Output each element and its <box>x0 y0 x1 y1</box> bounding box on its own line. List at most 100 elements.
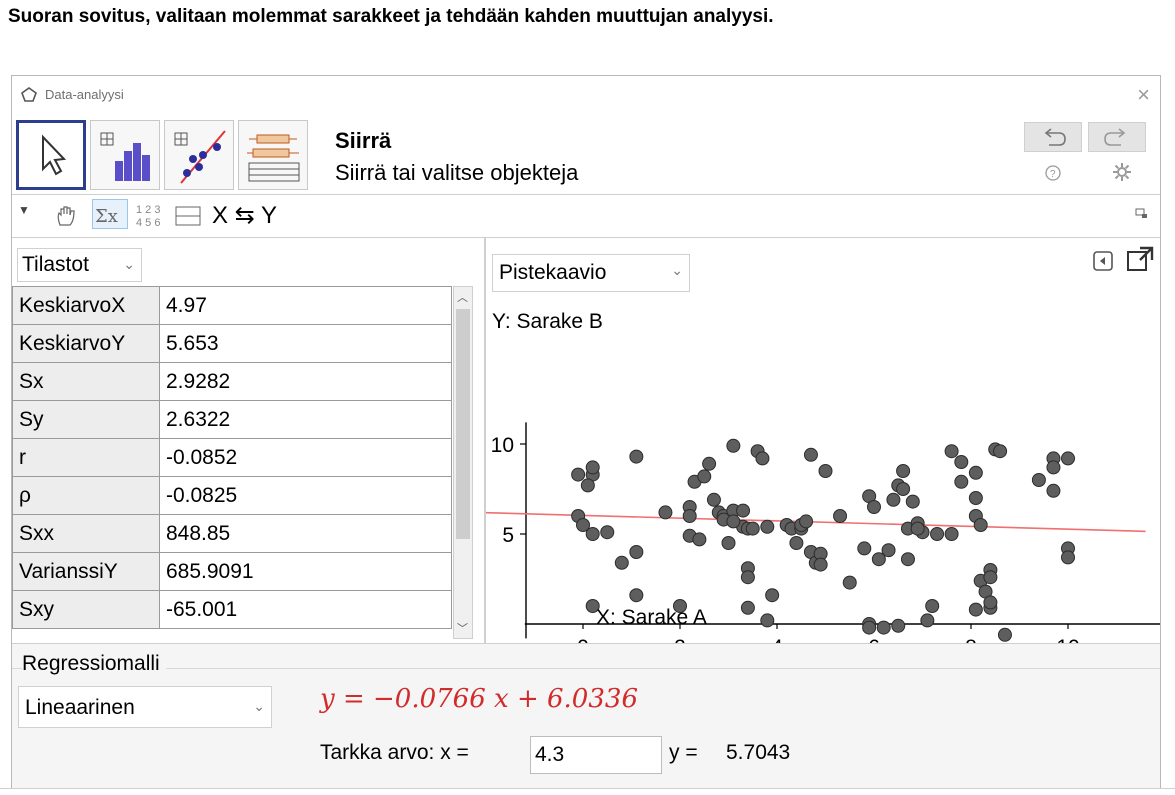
data-point <box>745 521 760 536</box>
scroll-up-icon[interactable]: ︿ <box>457 289 468 305</box>
data-point <box>896 464 911 478</box>
chevron-down-icon: ⌄ <box>123 256 135 272</box>
data-point <box>886 492 901 507</box>
svg-text:1 2 3: 1 2 3 <box>136 204 160 216</box>
stat-name: KeskiarvoX <box>12 286 160 325</box>
collapse-triangle-icon[interactable]: ▼ <box>18 203 30 217</box>
stat-name: Sy <box>12 400 160 439</box>
scatter-plot[interactable]: 0 2 4 6 8 10 5 10 <box>486 238 1161 643</box>
divider <box>12 668 1160 669</box>
data-point <box>682 509 697 523</box>
bar-chart-icon <box>100 132 150 181</box>
data-point <box>629 449 644 464</box>
multi-variable-analysis-button[interactable] <box>238 120 308 190</box>
data-point <box>944 527 959 541</box>
table-row: Sxy -65.001 <box>12 590 452 629</box>
data-point <box>867 500 881 514</box>
stat-value: 5.653 <box>159 324 452 363</box>
y-tick-label: 10 <box>491 434 514 457</box>
data-point <box>813 557 828 572</box>
data-point <box>740 570 755 585</box>
data-point <box>702 456 717 471</box>
stat-name: r <box>12 438 160 477</box>
stat-name: KeskiarvoY <box>12 324 160 363</box>
data-point <box>983 595 998 610</box>
regression-equation: y = −0.0766 x + 6.0336 <box>320 684 638 714</box>
stat-value: -65.001 <box>159 590 452 629</box>
statistics-toggle[interactable]: Σx <box>92 199 128 229</box>
data-point <box>954 474 969 489</box>
x-tick-label: 2 <box>674 636 686 643</box>
table-row: Sx 2.9282 <box>12 362 452 401</box>
data-point <box>658 505 673 520</box>
stat-name: Sxx <box>12 514 160 553</box>
toolbar: Siirrä Siirrä tai valitse objekteja ? <box>12 116 1160 195</box>
data-point <box>920 613 935 628</box>
hand-icon[interactable] <box>52 203 80 229</box>
statistics-panel: Tilastot ⌄ KeskiarvoX 4.97 KeskiarvoY 5.65… <box>12 238 486 643</box>
close-icon[interactable]: × <box>1137 82 1150 108</box>
one-variable-analysis-button[interactable] <box>90 120 160 190</box>
table-row: r -0.0852 <box>12 438 452 477</box>
data-point <box>760 613 775 628</box>
data-point <box>993 444 1008 459</box>
geogebra-logo-icon <box>21 87 37 102</box>
data-point <box>585 527 600 541</box>
data-point <box>760 519 775 534</box>
stat-value: 848.85 <box>159 514 452 553</box>
data-point <box>925 599 940 613</box>
swap-xy-button[interactable]: X ⇆ Y <box>212 201 277 230</box>
stat-name: Sx <box>12 362 160 401</box>
data-point <box>799 514 814 529</box>
undo-button[interactable] <box>1024 122 1082 152</box>
data-point <box>944 444 959 459</box>
stat-value: -0.0825 <box>159 476 452 515</box>
data-point <box>876 620 891 635</box>
data-point <box>580 478 595 493</box>
data-point <box>706 492 721 507</box>
gear-icon[interactable] <box>1110 160 1134 184</box>
redo-button[interactable] <box>1088 122 1146 152</box>
data-table-icon[interactable]: 1 2 34 5 6 <box>134 201 168 231</box>
stat-value: 685.9091 <box>159 552 452 591</box>
x-axis-label: X: Sarake A <box>596 606 707 629</box>
y-tick-label: 5 <box>502 524 514 547</box>
x-value-input[interactable] <box>530 736 662 774</box>
redo-icon <box>1104 128 1126 146</box>
data-point <box>905 494 920 509</box>
data-point <box>910 521 925 536</box>
data-point <box>803 447 818 462</box>
window-titlebar: Data-analyysi × <box>12 76 1160 116</box>
stat-name: VarianssiY <box>12 552 160 591</box>
data-point <box>833 509 848 523</box>
data-point <box>842 575 857 590</box>
x-tick-label: 6 <box>868 636 880 643</box>
help-icon[interactable]: ? <box>1042 162 1064 184</box>
data-point <box>954 455 969 469</box>
data-point <box>1061 550 1075 565</box>
stat-value: -0.0852 <box>159 438 452 477</box>
statistics-table: KeskiarvoX 4.97 KeskiarvoY 5.653 Sx 2.9282 … <box>12 286 452 629</box>
two-variable-analysis-button[interactable] <box>164 120 234 190</box>
page-heading: Suoran sovitus, valitaan molemmat sarakk… <box>8 6 774 27</box>
data-point <box>973 518 988 532</box>
sigma-x-icon: Σx <box>95 206 118 227</box>
statistics-scrollbar[interactable]: ︿ ﹀ <box>453 286 473 639</box>
svg-text:?: ? <box>1050 169 1056 180</box>
data-point <box>818 464 833 478</box>
chevron-down-icon: ⌄ <box>253 698 265 714</box>
data-point <box>891 618 906 633</box>
regression-panel: Regressiomalli Lineaarinen ⌄ y = −0.0766… <box>12 643 1160 793</box>
regression-model-value: Lineaarinen <box>25 696 135 719</box>
move-tool-button[interactable] <box>16 120 86 190</box>
statistics-dropdown[interactable]: Tilastot ⌄ <box>17 248 142 282</box>
regression-model-dropdown[interactable]: Lineaarinen ⌄ <box>18 686 272 728</box>
table-row: ρ -0.0825 <box>12 476 452 515</box>
stat-name: Sxy <box>12 590 160 629</box>
layout-rows-icon[interactable] <box>174 203 204 229</box>
scroll-down-icon[interactable]: ﹀ <box>457 620 468 636</box>
data-point <box>1061 451 1075 466</box>
data-point <box>571 467 586 482</box>
panel-options-icon[interactable] <box>1134 207 1150 221</box>
scrollbar-thumb[interactable] <box>456 309 470 539</box>
